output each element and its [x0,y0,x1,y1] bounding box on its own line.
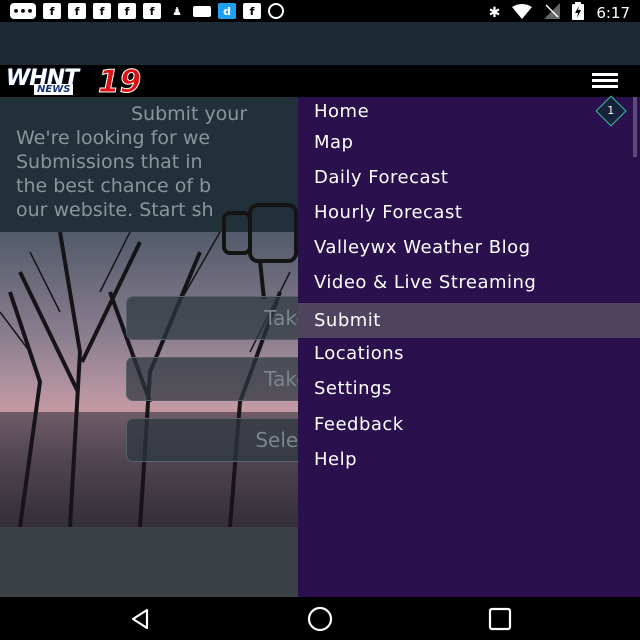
drawer-scrollbar[interactable] [633,97,637,157]
logo-subtext: NEWS [34,84,74,95]
person-icon: ♟ [172,4,182,18]
station-logo[interactable]: WHNT NEWS 19 [2,64,154,101]
menu-item-video-streaming[interactable]: Video & Live Streaming [298,265,640,300]
navigation-drawer: Home 1 Map Daily Forecast Hourly Forecas… [298,94,640,597]
notification-count: 1 [607,104,615,117]
system-icons: ✱ 6:17 [489,2,630,24]
facebook-icon: f [93,3,111,19]
battery-charging-icon [572,2,585,24]
logo-number: 19 [97,64,142,101]
system-navigation-bar [0,597,640,640]
bluetooth-icon: ✱ [488,5,501,21]
camera-upload-icon [222,203,298,300]
menu-item-settings[interactable]: Settings [298,371,640,406]
messages-icon: ••• [10,3,36,19]
menu-item-daily-forecast[interactable]: Daily Forecast [298,160,640,195]
hamburger-menu-button[interactable] [592,73,618,89]
wifi-icon [512,3,533,23]
menu-item-hourly-forecast[interactable]: Hourly Forecast [298,195,640,230]
no-signal-icon [544,3,561,23]
facebook-icon: f [243,3,261,19]
circle-alert-icon [268,3,284,19]
menu-item-weather-blog[interactable]: Valleywx Weather Blog [298,230,640,265]
menu-item-locations[interactable]: Locations [298,336,640,371]
wallet-icon [193,5,211,17]
facebook-icon: f [118,3,136,19]
facebook-icon: f [143,3,161,19]
dictionary-icon: d [218,3,236,19]
status-bar: ••• f f f f f ♟ d f ✱ 6:17 [0,0,640,22]
menu-item-feedback[interactable]: Feedback [298,407,640,442]
notification-icons: ••• f f f f f ♟ d f [10,3,284,19]
menu-item-help[interactable]: Help [298,442,640,477]
app-title-bar [0,22,640,65]
back-icon[interactable] [127,605,155,633]
menu-item-home[interactable]: Home 1 [298,94,640,129]
menu-item-map[interactable]: Map [298,125,640,160]
recents-icon[interactable] [486,605,514,633]
clock: 6:17 [596,4,630,22]
home-icon[interactable] [306,605,334,633]
facebook-icon: f [68,3,86,19]
menu-item-submit[interactable]: Submit [298,303,640,338]
facebook-icon: f [43,3,61,19]
